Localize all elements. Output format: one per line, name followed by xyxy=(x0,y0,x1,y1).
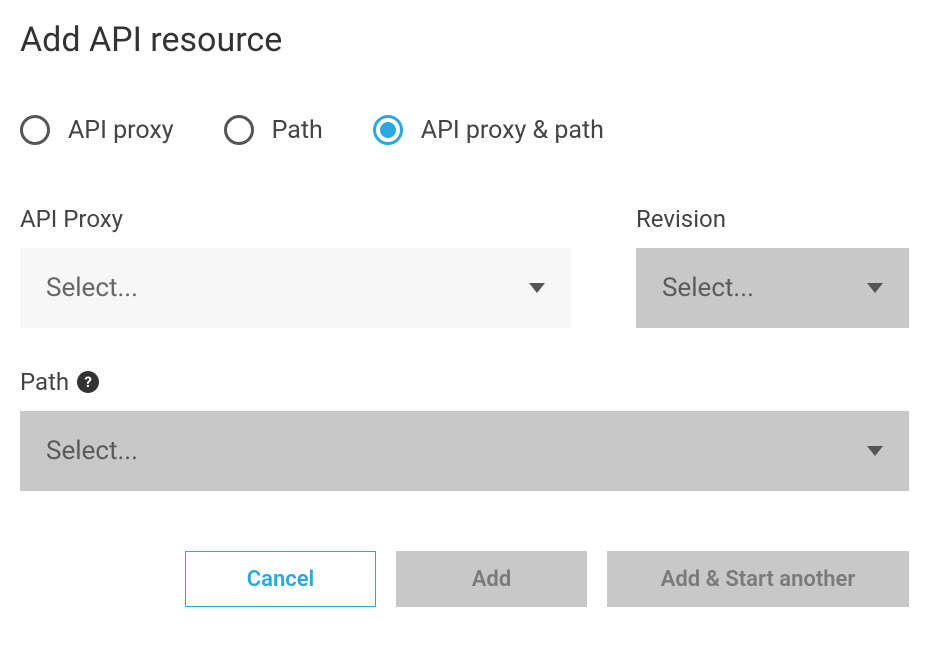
radio-api-proxy[interactable]: API proxy xyxy=(20,115,174,145)
revision-field: Revision Select... xyxy=(636,205,909,328)
button-row: Cancel Add Add & Start another xyxy=(20,551,909,607)
api-proxy-field: API Proxy Select... xyxy=(20,205,571,328)
select-placeholder: Select... xyxy=(46,436,138,466)
select-placeholder: Select... xyxy=(662,273,754,303)
revision-label: Revision xyxy=(636,205,909,233)
add-start-another-button[interactable]: Add & Start another xyxy=(607,551,909,607)
radio-icon xyxy=(373,115,403,145)
select-placeholder: Select... xyxy=(46,273,138,303)
radio-dot-icon xyxy=(380,122,396,138)
path-field: Path ? Select... xyxy=(20,368,909,491)
radio-label: Path xyxy=(272,116,323,145)
api-proxy-label: API Proxy xyxy=(20,205,571,233)
cancel-button[interactable]: Cancel xyxy=(185,551,376,607)
radio-icon xyxy=(224,115,254,145)
radio-icon xyxy=(20,115,50,145)
path-label-text: Path xyxy=(20,368,69,396)
chevron-down-icon xyxy=(867,446,883,456)
resource-type-radio-group: API proxy Path API proxy & path xyxy=(20,115,909,145)
path-label: Path ? xyxy=(20,368,909,396)
chevron-down-icon xyxy=(867,283,883,293)
add-button[interactable]: Add xyxy=(396,551,587,607)
radio-label: API proxy xyxy=(68,116,174,145)
radio-api-proxy-and-path[interactable]: API proxy & path xyxy=(373,115,604,145)
api-proxy-select[interactable]: Select... xyxy=(20,248,571,328)
radio-path[interactable]: Path xyxy=(224,115,323,145)
path-select[interactable]: Select... xyxy=(20,411,909,491)
chevron-down-icon xyxy=(529,283,545,293)
revision-select[interactable]: Select... xyxy=(636,248,909,328)
help-icon[interactable]: ? xyxy=(77,371,99,393)
radio-label: API proxy & path xyxy=(421,116,604,145)
form-row-proxy-revision: API Proxy Select... Revision Select... xyxy=(20,205,909,328)
page-title: Add API resource xyxy=(20,20,909,60)
form-row-path: Path ? Select... xyxy=(20,368,909,491)
